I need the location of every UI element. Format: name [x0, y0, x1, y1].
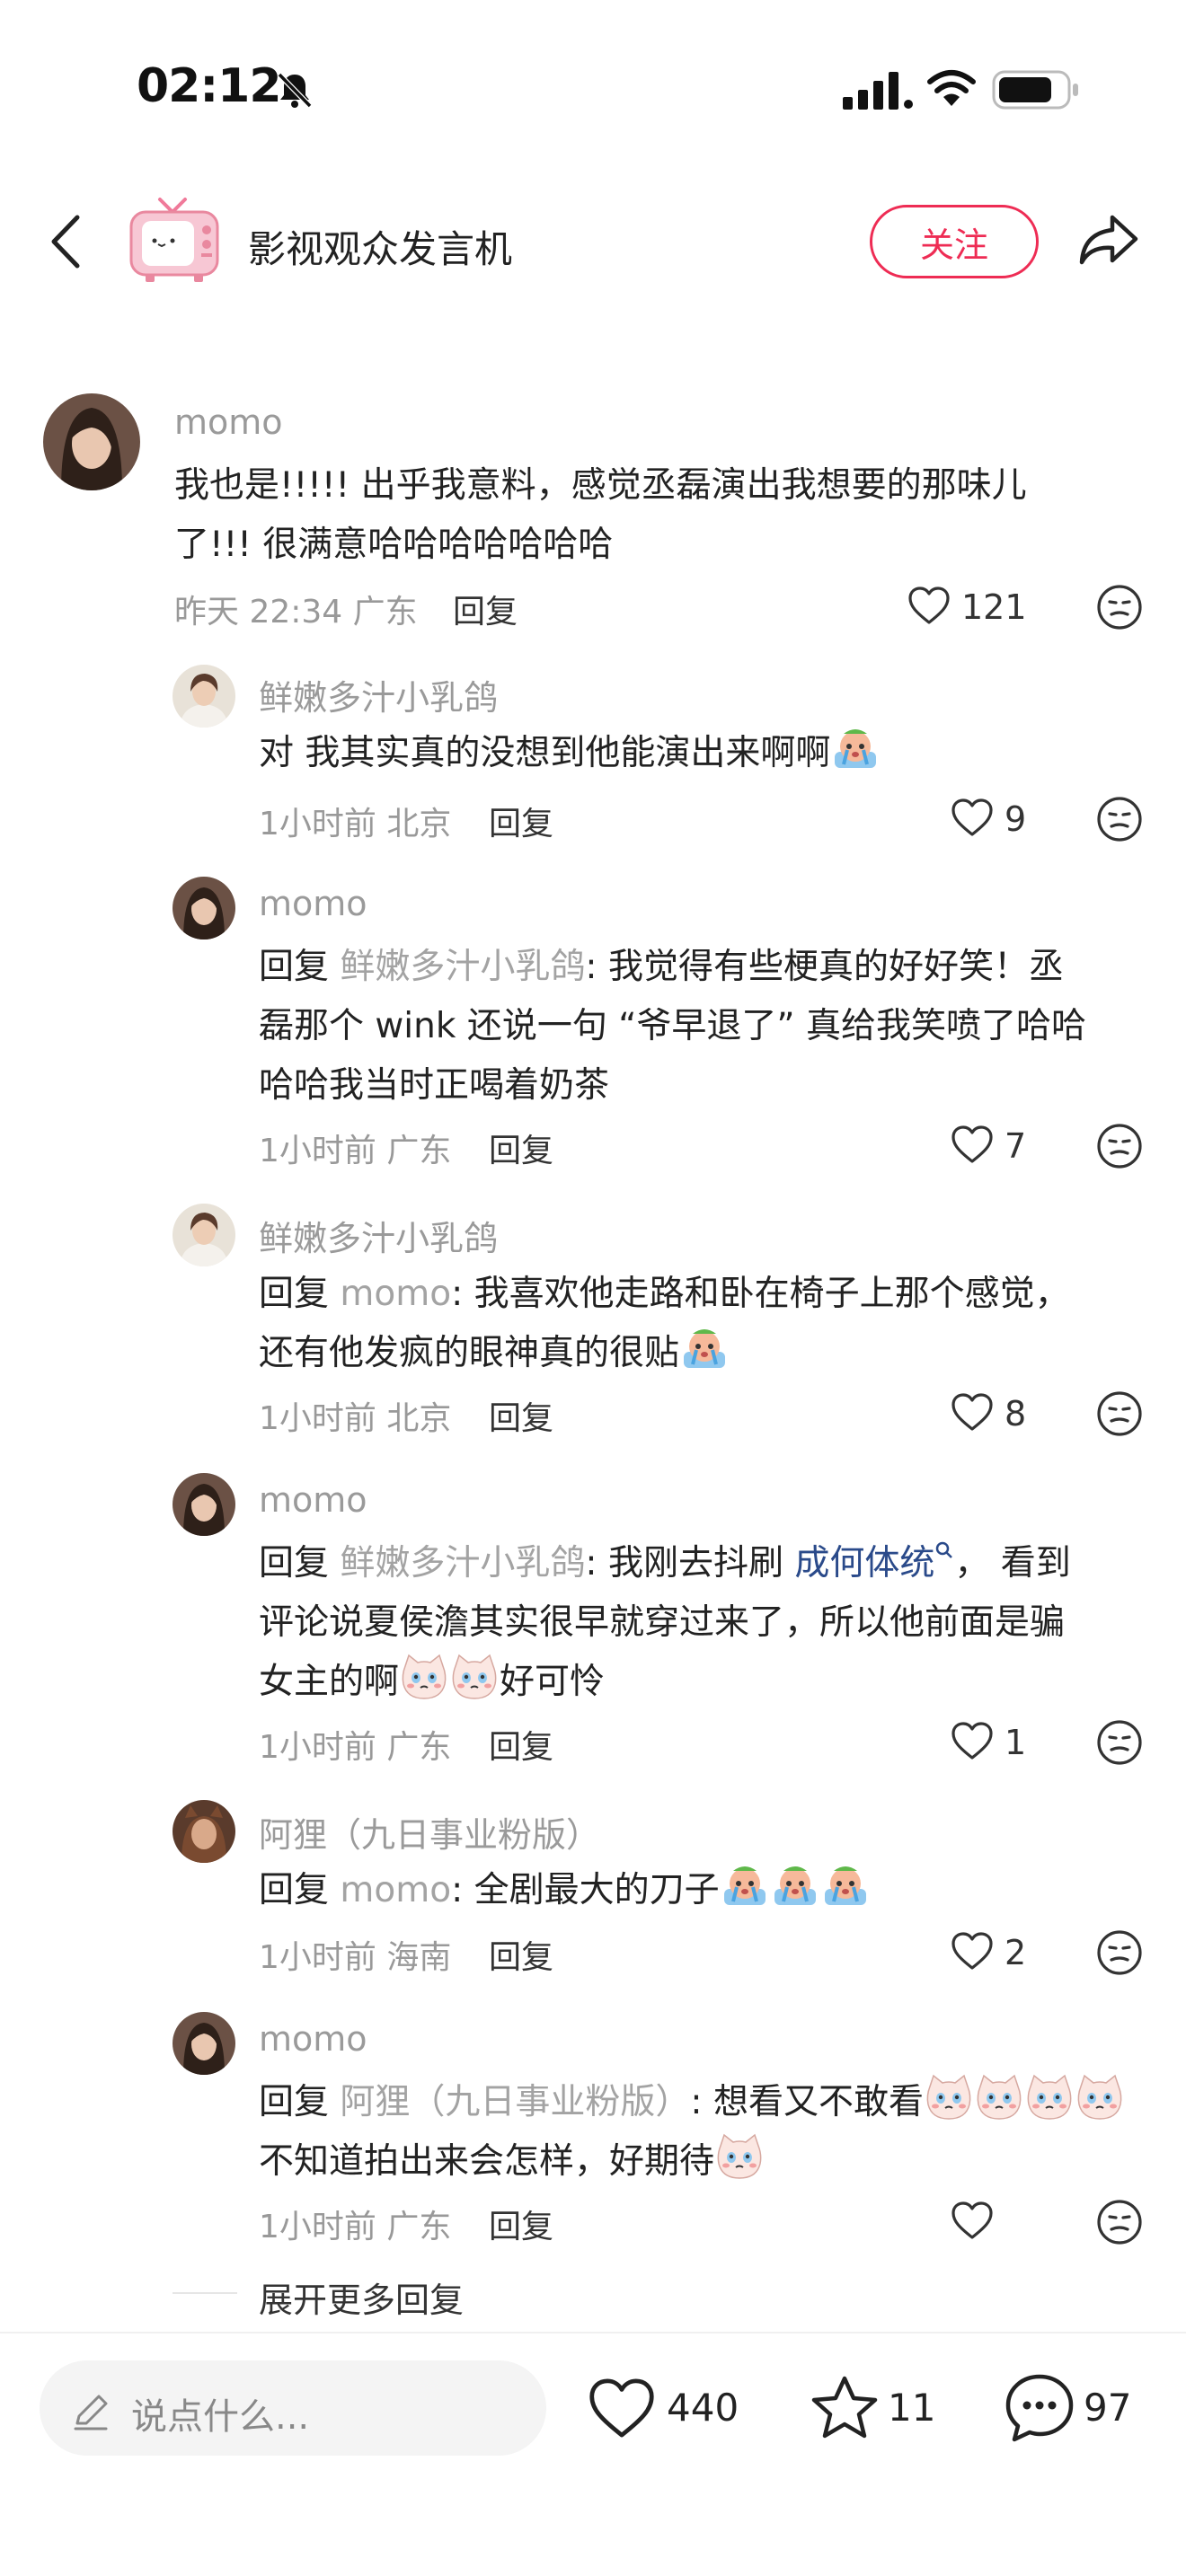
reply-text: 对 我其实真的没想到他能演出来啊啊: [259, 724, 881, 783]
mention-link[interactable]: momo: [340, 1274, 451, 1314]
bell-slash-icon: [277, 72, 313, 109]
neutral-face-icon[interactable]: [1096, 1929, 1143, 1976]
expand-more-replies[interactable]: 展开更多回复: [259, 2272, 464, 2322]
heart-icon[interactable]: [951, 1931, 994, 1971]
heart-icon[interactable]: [907, 586, 951, 625]
star-icon[interactable]: [809, 2373, 881, 2443]
heart-icon[interactable]: [951, 1721, 994, 1760]
reply-meta: 1小时前 北京: [259, 806, 452, 842]
heart-icon[interactable]: [588, 2377, 656, 2439]
like-count: 121: [961, 587, 1027, 627]
reply-author[interactable]: momo: [259, 1480, 367, 1520]
like-count: 7: [1005, 1126, 1027, 1166]
comment-author[interactable]: momo: [174, 402, 283, 442]
crying-cat-emoji-icon: [1025, 2074, 1074, 2122]
reply-author[interactable]: 阿狸（九日事业粉版）: [259, 1807, 600, 1857]
like-count: 8: [1005, 1394, 1027, 1434]
follow-button[interactable]: 关注: [870, 205, 1039, 278]
comment-count: 97: [1084, 2386, 1132, 2430]
reply-text: 回复 momo: 全剧最大的刀子: [259, 1861, 871, 1920]
crying-emoji-icon: [680, 1325, 729, 1373]
heart-icon[interactable]: [951, 1392, 994, 1432]
wifi-icon: [927, 70, 976, 106]
heart-icon[interactable]: [951, 2201, 994, 2240]
reply-button[interactable]: 回复: [489, 1931, 553, 1978]
reply-author[interactable]: 鲜嫩多汁小乳鸽: [259, 1211, 498, 1260]
crying-emoji-icon: [721, 1862, 769, 1910]
heart-icon[interactable]: [951, 1125, 994, 1164]
avatar[interactable]: [173, 877, 235, 940]
divider: [0, 2332, 1186, 2333]
like-count: 1: [1005, 1723, 1027, 1762]
crying-emoji-icon: [821, 1862, 870, 1910]
crying-emoji-icon: [831, 725, 880, 773]
mention-link[interactable]: 阿狸（九日事业粉版）: [340, 2082, 690, 2122]
like-count: 440: [667, 2386, 739, 2430]
neutral-face-icon[interactable]: [1096, 2199, 1143, 2245]
reply-author[interactable]: 鲜嫩多汁小乳鸽: [259, 670, 498, 719]
reply-meta: 1小时前 广东: [259, 1729, 452, 1766]
page-title: 影视观众发言机: [248, 227, 513, 271]
comment-input-placeholder: 说点什么...: [131, 2396, 310, 2438]
reply-button[interactable]: 回复: [489, 1721, 553, 1768]
star-count: 11: [888, 2386, 936, 2430]
neutral-face-icon[interactable]: [1096, 1719, 1143, 1766]
avatar[interactable]: [173, 2012, 235, 2075]
share-arrow-icon[interactable]: [1076, 212, 1141, 268]
reply-button[interactable]: 回复: [453, 586, 518, 632]
reply-meta: 1小时前 广东: [259, 1133, 452, 1169]
reply-button[interactable]: 回复: [489, 798, 553, 844]
reply-author[interactable]: momo: [259, 2019, 367, 2059]
reply-author[interactable]: momo: [259, 884, 367, 923]
chat-bubble-icon[interactable]: [1003, 2371, 1076, 2445]
topic-link[interactable]: 成何体统: [794, 1543, 934, 1584]
like-count: 2: [1005, 1933, 1027, 1972]
battery-icon: [992, 70, 1078, 110]
comment-meta: 昨天 22:34 广东: [174, 594, 418, 631]
neutral-face-icon[interactable]: [1096, 1123, 1143, 1169]
avatar[interactable]: [173, 665, 235, 728]
neutral-face-icon[interactable]: [1096, 1390, 1143, 1437]
divider: [173, 2292, 237, 2294]
reply-meta: 1小时前 海南: [259, 1939, 452, 1976]
reply-button[interactable]: 回复: [489, 1392, 553, 1439]
mention-link[interactable]: 鲜嫩多汁小乳鸽: [340, 1543, 585, 1584]
status-time: 02:12: [137, 59, 282, 113]
heart-icon[interactable]: [951, 798, 994, 837]
reply-text: 回复 momo: 我喜欢他走路和卧在椅子上那个感觉， 还有他发疯的眼神真的很贴: [259, 1274, 1070, 1373]
chevron-left-icon[interactable]: [47, 212, 86, 271]
avatar[interactable]: [173, 1204, 235, 1266]
avatar[interactable]: [43, 393, 140, 490]
pencil-icon: [74, 2395, 108, 2430]
reply-text: 回复 鲜嫩多汁小乳鸽: 我觉得有些梗真的好好笑！丞 磊那个 wink 还说一句 …: [259, 947, 1087, 1106]
reply-button[interactable]: 回复: [489, 1125, 553, 1171]
crying-cat-emoji-icon: [450, 1654, 499, 1702]
neutral-face-icon[interactable]: [1096, 584, 1143, 631]
reply-text: 回复 鲜嫩多汁小乳鸽: 我刚去抖刷 成何体统， 看到 评论说夏侯澹其实很早就穿过…: [259, 1534, 1071, 1712]
comment-text: 我也是!!!!! 出乎我意料，感觉丞磊演出我想要的那味儿 了!!! 很满意哈哈哈…: [174, 465, 1027, 565]
crying-cat-emoji-icon: [400, 1654, 448, 1702]
mention-link[interactable]: momo: [340, 1870, 451, 1910]
crying-cat-emoji-icon: [1075, 2074, 1124, 2122]
avatar[interactable]: [173, 1800, 235, 1863]
like-count: 9: [1005, 799, 1027, 839]
crying-cat-emoji-icon: [715, 2133, 764, 2182]
reply-button[interactable]: 回复: [489, 2201, 553, 2247]
reply-meta: 1小时前 北京: [259, 1400, 452, 1437]
reply-meta: 1小时前 广东: [259, 2209, 452, 2245]
crying-cat-emoji-icon: [925, 2074, 973, 2122]
avatar[interactable]: [173, 1473, 235, 1536]
crying-emoji-icon: [771, 1862, 819, 1910]
tv-avatar-icon: [129, 198, 219, 282]
search-icon: [936, 1541, 953, 1558]
reply-text: 回复 阿狸（九日事业粉版）: 想看又不敢看 不知道拍出来会怎样，好期待: [259, 2073, 1125, 2192]
mention-link[interactable]: 鲜嫩多汁小乳鸽: [340, 947, 585, 987]
neutral-face-icon[interactable]: [1096, 796, 1143, 842]
crying-cat-emoji-icon: [975, 2074, 1023, 2122]
signal-icon: [843, 72, 913, 110]
